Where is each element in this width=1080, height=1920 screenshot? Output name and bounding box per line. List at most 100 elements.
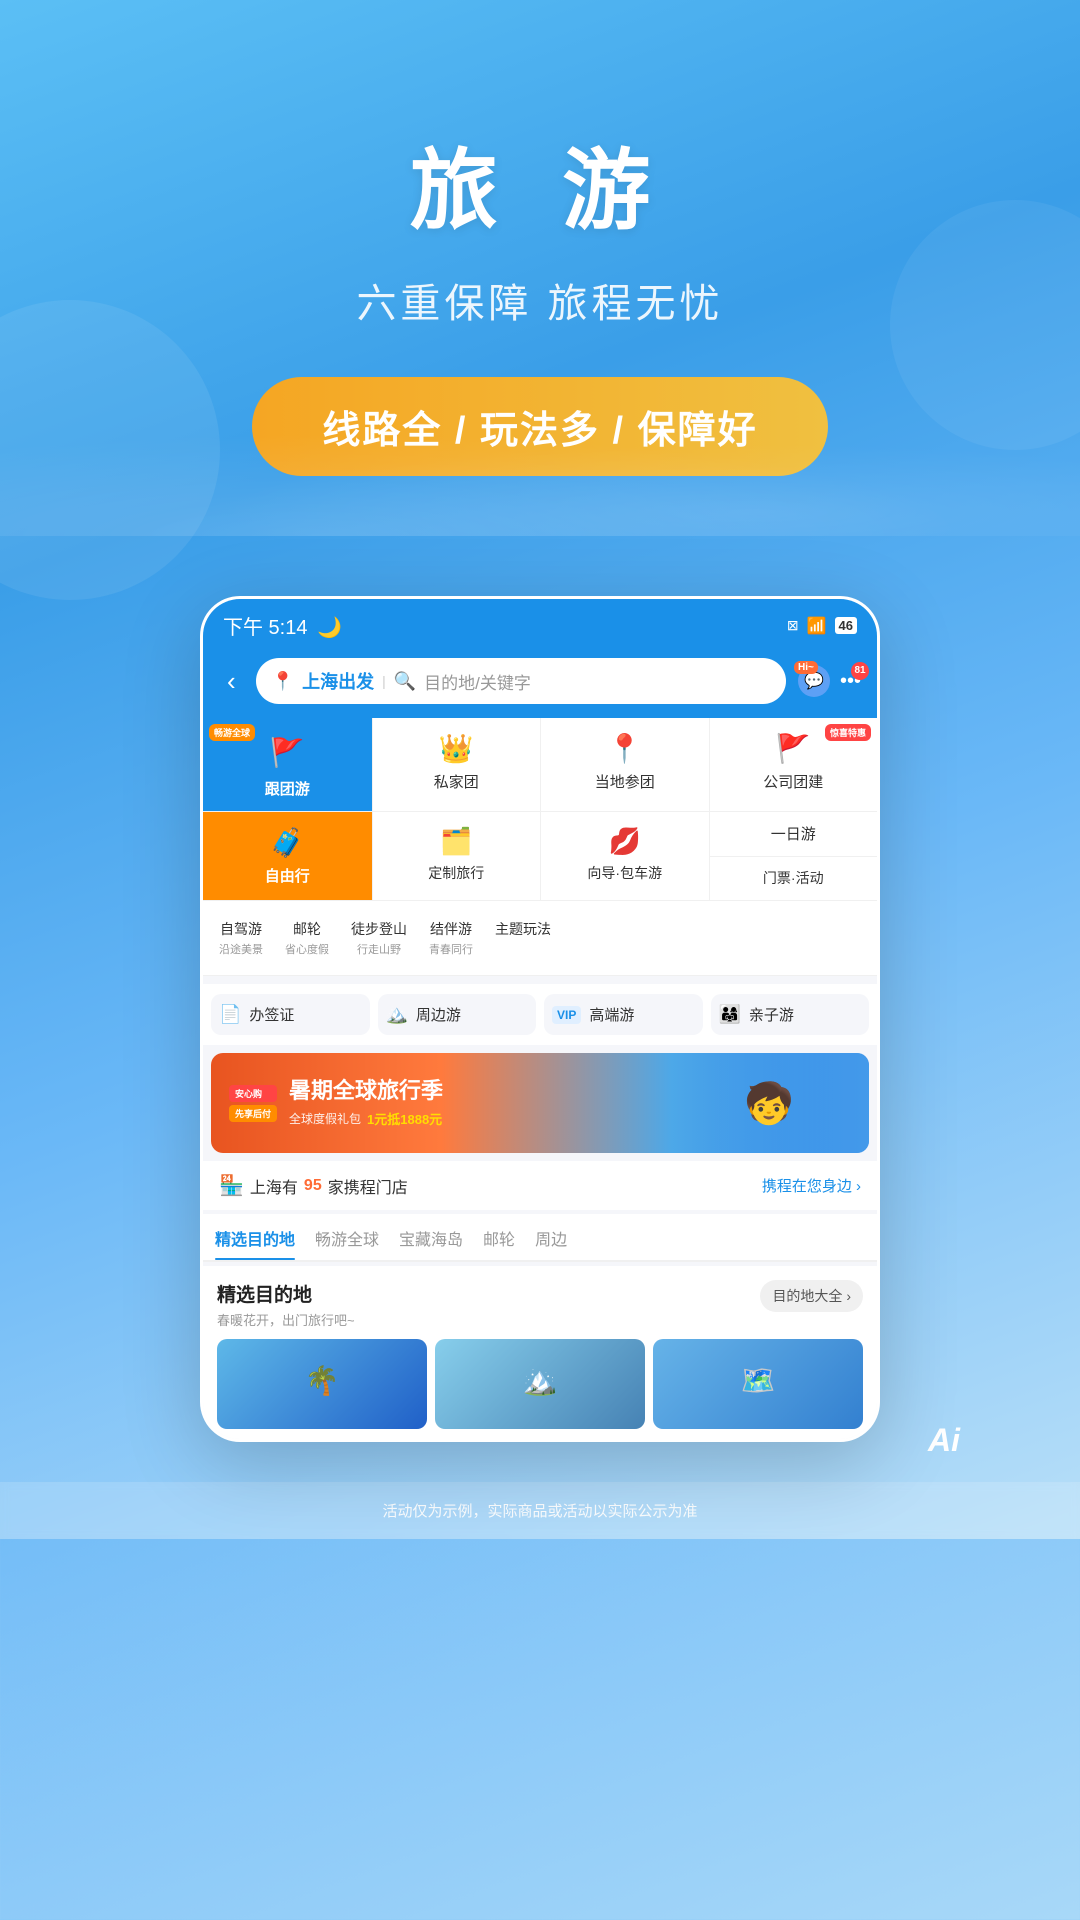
menu-item-hiking[interactable]: 徒步登山 行走山野 (341, 911, 417, 965)
guide-tour-icon: 💋 (609, 826, 641, 857)
hero-section: 旅 游 六重保障 旅程无忧 线路全 / 玩法多 / 保障好 下午 5:14 🌙 … (0, 0, 1080, 1539)
disclaimer-text: 活动仅为示例，实际商品或活动以实际公示为准 (382, 1503, 697, 1520)
free-travel-label: 自由行 (265, 865, 310, 886)
store-count: 95 (304, 1177, 322, 1195)
search-icon: 🔍 (394, 671, 416, 692)
store-info-left: 🏪 上海有 95 家携程门店 (219, 1173, 408, 1198)
family-icon: 👨‍👩‍👧 (719, 1004, 741, 1025)
store-info-row: 🏪 上海有 95 家携程门店 携程在您身边 › (203, 1161, 877, 1210)
menu-item-day-tour[interactable]: 一日游 (710, 812, 878, 857)
back-button[interactable]: ‹ (219, 662, 244, 701)
nearby-icon: 🏔️ (386, 1004, 408, 1025)
theme-label: 主题玩法 (495, 919, 551, 939)
cruise-sub: 省心度假 (285, 941, 329, 957)
status-bar: 下午 5:14 🌙 ⊠ 📶 46 (203, 599, 877, 648)
promo-banner[interactable]: 安心购 先享后付 暑期全球旅行季 全球度假礼包 1元抵1888元 🧒 (211, 1053, 869, 1153)
search-divider: | (382, 673, 386, 689)
dest-card-3[interactable]: 🗺️ (653, 1339, 863, 1429)
menu-item-private-tour[interactable]: 👑 私家团 (372, 718, 541, 811)
dest-title: 精选目的地 (217, 1280, 355, 1307)
cruise-label: 邮轮 (293, 919, 321, 939)
phone-container: 下午 5:14 🌙 ⊠ 📶 46 ‹ 📍 上海出发 | 🔍 目的地/关键字 (0, 536, 1080, 1482)
moon-icon: 🌙 (317, 617, 342, 639)
menu-item-tickets[interactable]: 门票·活动 (710, 857, 878, 901)
group-tour-badge: 畅游全球 (209, 724, 255, 741)
quick-links-row: 📄 办签证 🏔️ 周边游 VIP 高端游 👨‍👩‍👧 亲子游 (203, 984, 877, 1045)
quick-link-nearby[interactable]: 🏔️ 周边游 (378, 994, 537, 1035)
more-menu-container[interactable]: ••• 81 (840, 670, 861, 693)
menu-row1: 畅游全球 🚩 跟团游 👑 私家团 📍 当地参团 (203, 718, 877, 812)
wifi-icon: 📶 (807, 616, 827, 636)
menu-right-col: 一日游 门票·活动 (709, 812, 878, 900)
dest-section: 精选目的地 春暖花开，出门旅行吧~ 目的地大全 › 🌴 🏔️ (203, 1266, 877, 1439)
luxury-label: 高端游 (589, 1004, 634, 1025)
corp-tour-icon: 🚩 (776, 732, 811, 765)
search-action-icons: 💬 Hi~ ••• 81 (798, 665, 861, 697)
tab-selected[interactable]: 精选目的地 (215, 1214, 295, 1260)
app-content: 畅游全球 🚩 跟团游 👑 私家团 📍 当地参团 (203, 718, 877, 1439)
content-tabs: 精选目的地 畅游全球 宝藏海岛 邮轮 周边 (203, 1214, 877, 1262)
dest-card-2[interactable]: 🏔️ (435, 1339, 645, 1429)
tab-cruise[interactable]: 邮轮 (483, 1214, 515, 1260)
local-tour-icon: 📍 (607, 732, 642, 765)
dest-all-button[interactable]: 目的地大全 › (760, 1280, 863, 1312)
message-badge-container[interactable]: 💬 Hi~ (798, 665, 830, 697)
group-tour-label: 跟团游 (265, 778, 310, 799)
hi-badge: Hi~ (794, 661, 818, 674)
family-label: 亲子游 (749, 1004, 794, 1025)
search-placeholder[interactable]: 目的地/关键字 (424, 669, 531, 694)
banner-subtitle-row: 全球度假礼包 1元抵1888元 (289, 1109, 443, 1128)
menu-item-partner[interactable]: 结伴游 青春同行 (419, 911, 483, 965)
custom-travel-label: 定制旅行 (428, 863, 484, 883)
group-tour-icon: 🚩 (267, 732, 307, 772)
hiking-label: 徒步登山 (351, 919, 407, 939)
menu-item-theme[interactable]: 主题玩法 (485, 911, 561, 965)
banner-badges: 安心购 先享后付 (229, 1085, 277, 1122)
search-input-area[interactable]: 📍 上海出发 | 🔍 目的地/关键字 (256, 658, 786, 704)
menu-item-corp-tour[interactable]: 惊喜特惠 🚩 公司团建 (709, 718, 878, 811)
menu-item-custom-travel[interactable]: 🗂️ 定制旅行 (372, 812, 541, 900)
from-city: 上海出发 (302, 668, 374, 694)
menu-row3: 自驾游 沿途美景 邮轮 省心度假 徒步登山 行走山野 结伴游 青春同行 (203, 901, 877, 976)
tab-global[interactable]: 畅游全球 (315, 1214, 379, 1260)
store-prefix: 上海有 (250, 1174, 298, 1198)
drive-tour-label: 自驾游 (220, 919, 262, 939)
dest-title-block: 精选目的地 春暖花开，出门旅行吧~ (217, 1280, 355, 1329)
menu-item-local-tour[interactable]: 📍 当地参团 (540, 718, 709, 811)
banner-badge1: 安心购 (229, 1085, 277, 1102)
banner-badge2: 先享后付 (229, 1105, 277, 1122)
menu-item-cruise[interactable]: 邮轮 省心度假 (275, 911, 339, 965)
corp-tour-label: 公司团建 (763, 771, 823, 792)
phone-mockup: 下午 5:14 🌙 ⊠ 📶 46 ‹ 📍 上海出发 | 🔍 目的地/关键字 (200, 596, 880, 1442)
store-suffix: 家携程门店 (328, 1174, 408, 1198)
menu-item-free-travel[interactable]: 🧳 自由行 (203, 812, 372, 900)
menu-item-group-tour[interactable]: 畅游全球 🚩 跟团游 (203, 718, 372, 811)
free-travel-icon: 🧳 (270, 826, 305, 859)
dest-card-1[interactable]: 🌴 (217, 1339, 427, 1429)
quick-link-family[interactable]: 👨‍👩‍👧 亲子游 (711, 994, 870, 1035)
tab-island[interactable]: 宝藏海岛 (399, 1214, 463, 1260)
tab-nearby[interactable]: 周边 (535, 1214, 567, 1260)
screenshot-icon: ⊠ (787, 617, 799, 634)
hiking-sub: 行走山野 (357, 941, 401, 957)
menu-item-guide-tour[interactable]: 💋 向导·包车游 (540, 812, 709, 900)
location-icon: 📍 (272, 671, 294, 692)
store-link[interactable]: 携程在您身边 › (762, 1175, 861, 1196)
nearby-label: 周边游 (416, 1004, 461, 1025)
dest-header: 精选目的地 春暖花开，出门旅行吧~ 目的地大全 › (217, 1280, 863, 1329)
menu-item-drive-tour[interactable]: 自驾游 沿途美景 (209, 911, 273, 965)
banner-title: 暑期全球旅行季 (289, 1078, 443, 1104)
partner-label: 结伴游 (430, 919, 472, 939)
menu-row2: 🧳 自由行 🗂️ 定制旅行 💋 向导·包车游 (203, 812, 877, 901)
notification-count: 81 (851, 662, 869, 680)
battery-icon: 46 (835, 617, 857, 634)
quick-link-luxury[interactable]: VIP 高端游 (544, 994, 703, 1035)
quick-link-visa[interactable]: 📄 办签证 (211, 994, 370, 1035)
guide-tour-label: 向导·包车游 (587, 863, 662, 883)
banner-subtitle: 全球度假礼包 (289, 1110, 361, 1127)
banner-text-block: 暑期全球旅行季 全球度假礼包 1元抵1888元 (289, 1078, 443, 1127)
partner-sub: 青春同行 (429, 941, 473, 957)
hero-title: 旅 游 (0, 120, 1080, 247)
dest-images: 🌴 🏔️ 🗺️ (217, 1339, 863, 1429)
search-bar: ‹ 📍 上海出发 | 🔍 目的地/关键字 💬 Hi~ ••• 81 (203, 648, 877, 718)
